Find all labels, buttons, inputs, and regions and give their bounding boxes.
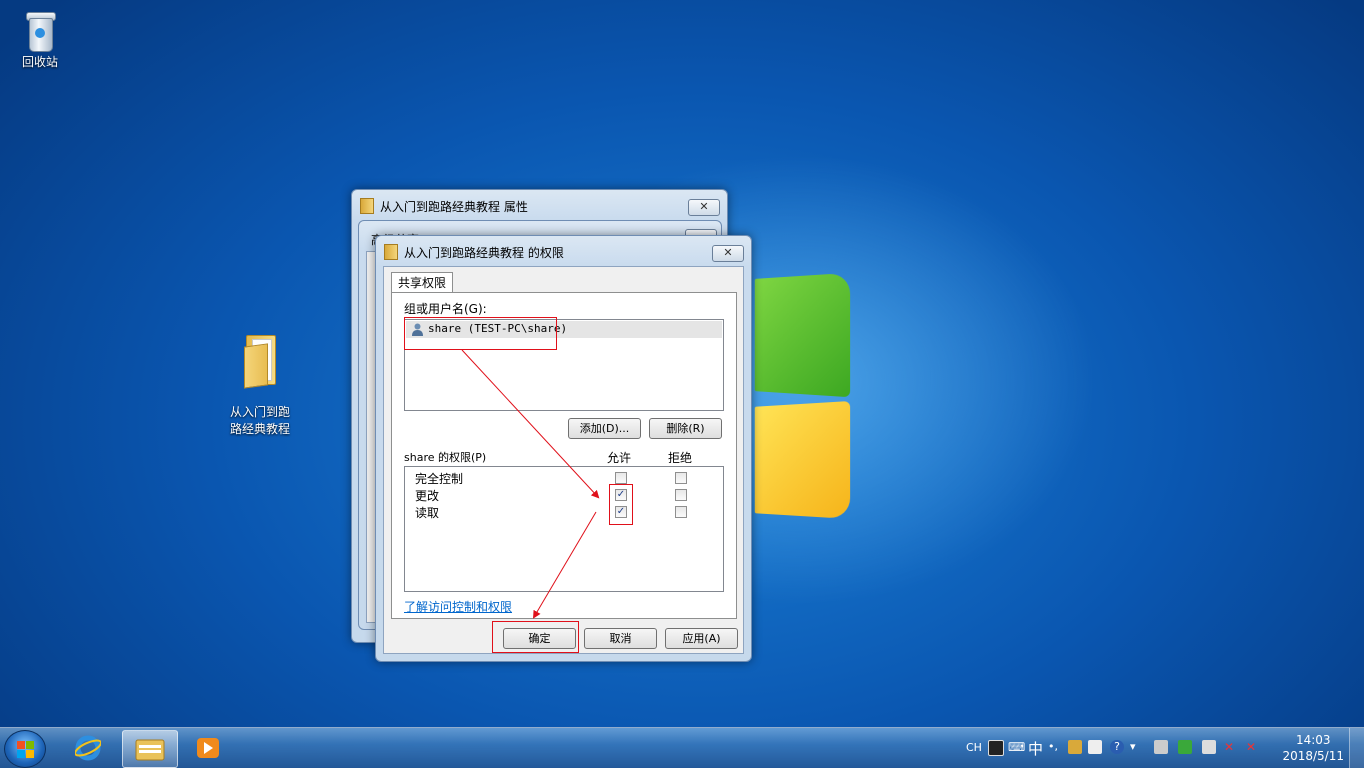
taskbar-file-explorer[interactable]	[122, 730, 178, 768]
flag-alert-icon[interactable]: ✕	[1246, 740, 1260, 754]
help-icon[interactable]: ?	[1110, 740, 1124, 754]
volume-muted-icon[interactable]: ✕	[1224, 740, 1238, 754]
clock[interactable]: 14:03 2018/5/11	[1282, 732, 1344, 764]
date: 2018/5/11	[1282, 749, 1344, 763]
language-indicator[interactable]: CH	[966, 741, 982, 754]
security-icon[interactable]	[1178, 740, 1192, 754]
keyboard-icon[interactable]	[988, 740, 1004, 756]
taskbar: CH ⌨ 中 •, ? ▾ ✕ ✕ 14:03 2018/5/11	[0, 727, 1364, 768]
show-desktop-button[interactable]	[1349, 728, 1364, 768]
internet-explorer-icon	[74, 735, 102, 761]
folder-icon	[135, 737, 165, 761]
punctuation-icon[interactable]: •,	[1048, 740, 1062, 754]
soft-keyboard-icon[interactable]	[1088, 740, 1102, 754]
media-player-icon	[196, 737, 220, 759]
ime-char[interactable]: 中	[1028, 738, 1043, 759]
start-button[interactable]	[4, 730, 46, 768]
time: 14:03	[1295, 733, 1331, 747]
options-icon[interactable]: ▾	[1130, 740, 1144, 754]
network-icon[interactable]	[1202, 740, 1216, 754]
system-tray: CH ⌨ 中 •, ? ▾ ✕ ✕	[966, 728, 1266, 768]
taskbar-media-player[interactable]	[182, 730, 236, 766]
taskbar-internet-explorer[interactable]	[62, 730, 116, 766]
annotation-arrows	[461, 349, 600, 619]
ime-mode-icon[interactable]: ⌨	[1008, 740, 1025, 754]
action-center-icon[interactable]	[1154, 740, 1168, 754]
settings-icon[interactable]	[1068, 740, 1082, 754]
